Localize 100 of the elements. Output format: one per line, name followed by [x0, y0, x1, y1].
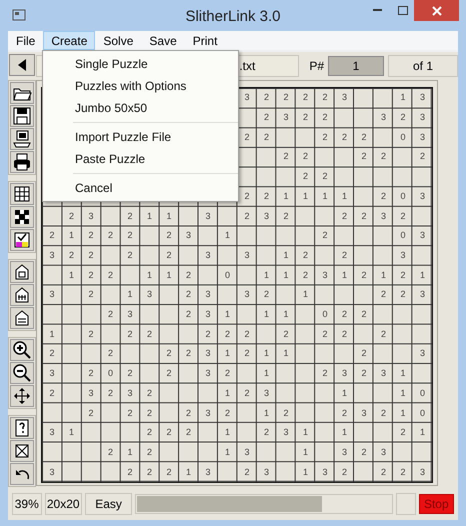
- clue-number: 2: [400, 428, 406, 438]
- clue-number: 3: [206, 468, 211, 477]
- clue-number: 3: [206, 310, 211, 320]
- clue-number: 3: [128, 310, 133, 320]
- clue-number: 2: [128, 369, 133, 378]
- menu-option[interactable]: Import Puzzle File: [43, 126, 238, 148]
- clue-number: 3: [264, 388, 270, 398]
- clue-number: 2: [284, 408, 289, 418]
- clue-number: 2: [264, 132, 270, 142]
- grid-button[interactable]: [10, 183, 34, 205]
- clue-number: 1: [147, 270, 152, 280]
- floppy-disk-button[interactable]: [10, 105, 34, 127]
- clue-number: 2: [69, 212, 74, 221]
- clue-number: 2: [264, 192, 270, 201]
- clue-number: 3: [206, 349, 211, 358]
- clue-number: 2: [186, 349, 192, 358]
- checker-grid-button[interactable]: [10, 206, 34, 228]
- clue-number: 2: [166, 369, 172, 378]
- clue-number: 1: [225, 231, 230, 240]
- clue-number: 1: [50, 330, 55, 339]
- clue-number: 3: [420, 231, 426, 240]
- back-button[interactable]: [9, 54, 36, 76]
- clue-number: 2: [362, 369, 367, 378]
- clue-number: 2: [88, 231, 94, 240]
- clue-number: 1: [225, 349, 230, 358]
- grid-icon: [12, 184, 32, 204]
- clue-number: 1: [225, 448, 230, 457]
- clue-number: 1: [166, 212, 172, 221]
- clue-number: 1: [264, 369, 270, 378]
- clue-number: 2: [147, 448, 152, 457]
- clue-number: 1: [264, 349, 270, 358]
- menu-option[interactable]: Single Puzzle: [43, 53, 238, 75]
- clue-number: 2: [244, 132, 250, 142]
- move-arrows-button[interactable]: [10, 385, 34, 407]
- clue-number: 1: [322, 192, 328, 201]
- menu-option[interactable]: Cancel: [43, 177, 238, 199]
- puzzle-number-label: P#: [309, 58, 324, 75]
- clue-number: 2: [147, 468, 152, 477]
- clue-number: 2: [322, 172, 328, 182]
- clue-number: 2: [342, 330, 348, 339]
- clue-number: 1: [400, 369, 406, 378]
- clue-number: 1: [225, 428, 230, 438]
- help-button[interactable]: [10, 417, 34, 439]
- clue-number: 2: [362, 152, 367, 162]
- clue-number: 1: [69, 270, 74, 280]
- menu-option[interactable]: Jumbo 50x50: [43, 97, 238, 119]
- clue-number: 2: [284, 93, 289, 102]
- clue-number: 1: [147, 212, 152, 221]
- menu-option[interactable]: Paste Puzzle: [43, 148, 238, 170]
- move-arrows-icon: [12, 386, 32, 406]
- menu-item[interactable]: Solve: [95, 31, 142, 50]
- menu-item[interactable]: Create: [43, 31, 96, 50]
- clue-number: 2: [128, 330, 133, 339]
- clue-number: 0: [400, 231, 406, 240]
- puzzle-number-field[interactable]: 1: [328, 56, 384, 76]
- printer-button[interactable]: [10, 151, 34, 173]
- clue-number: 2: [244, 349, 250, 358]
- clue-number: 1: [303, 448, 308, 457]
- clue-number: 3: [284, 113, 289, 122]
- clue-number: 1: [284, 192, 289, 201]
- clue-number: 2: [108, 270, 114, 280]
- crossed-box-button[interactable]: [10, 440, 34, 462]
- clue-number: 2: [381, 408, 386, 418]
- clue-number: 2: [128, 468, 133, 477]
- close-button[interactable]: [414, 0, 459, 21]
- menu-option[interactable]: Puzzles with Options: [43, 75, 238, 97]
- computer-button[interactable]: [10, 128, 34, 150]
- zoom-in-button[interactable]: [10, 339, 34, 361]
- clue-number: 1: [284, 270, 289, 280]
- clue-number: 0: [400, 132, 406, 142]
- clue-number: 0: [420, 388, 426, 398]
- menu-item[interactable]: Save: [141, 31, 185, 50]
- clue-number: 2: [400, 468, 406, 477]
- clue-number: 3: [206, 212, 211, 221]
- clue-number: 3: [381, 448, 386, 457]
- clue-number: 2: [420, 152, 426, 162]
- clue-number: 2: [128, 212, 133, 221]
- clue-number: 2: [264, 93, 270, 102]
- menu-item[interactable]: Print: [184, 31, 226, 50]
- clue-number: 2: [284, 152, 289, 162]
- clue-number: 2: [264, 113, 270, 122]
- menu-item[interactable]: File: [8, 31, 44, 50]
- clue-number: 3: [50, 250, 55, 260]
- clue-number: 3: [420, 349, 426, 358]
- clue-number: 2: [303, 113, 308, 122]
- clue-number: 3: [284, 428, 289, 438]
- clue-number: 2: [362, 212, 367, 221]
- clue-number: 1: [264, 310, 270, 320]
- clue-number: 2: [186, 408, 192, 418]
- maximize-icon: [398, 6, 408, 14]
- clue-number: 2: [362, 448, 367, 457]
- clue-number: 2: [322, 132, 328, 142]
- clue-number: 2: [166, 250, 172, 260]
- undo-button[interactable]: [10, 463, 34, 485]
- folder-button[interactable]: [10, 82, 34, 104]
- clue-number: 2: [244, 212, 250, 221]
- clue-number: 1: [284, 250, 289, 260]
- checkmark-colors-button[interactable]: [10, 229, 34, 251]
- zoom-out-button[interactable]: [10, 362, 34, 384]
- clue-number: 2: [362, 132, 367, 142]
